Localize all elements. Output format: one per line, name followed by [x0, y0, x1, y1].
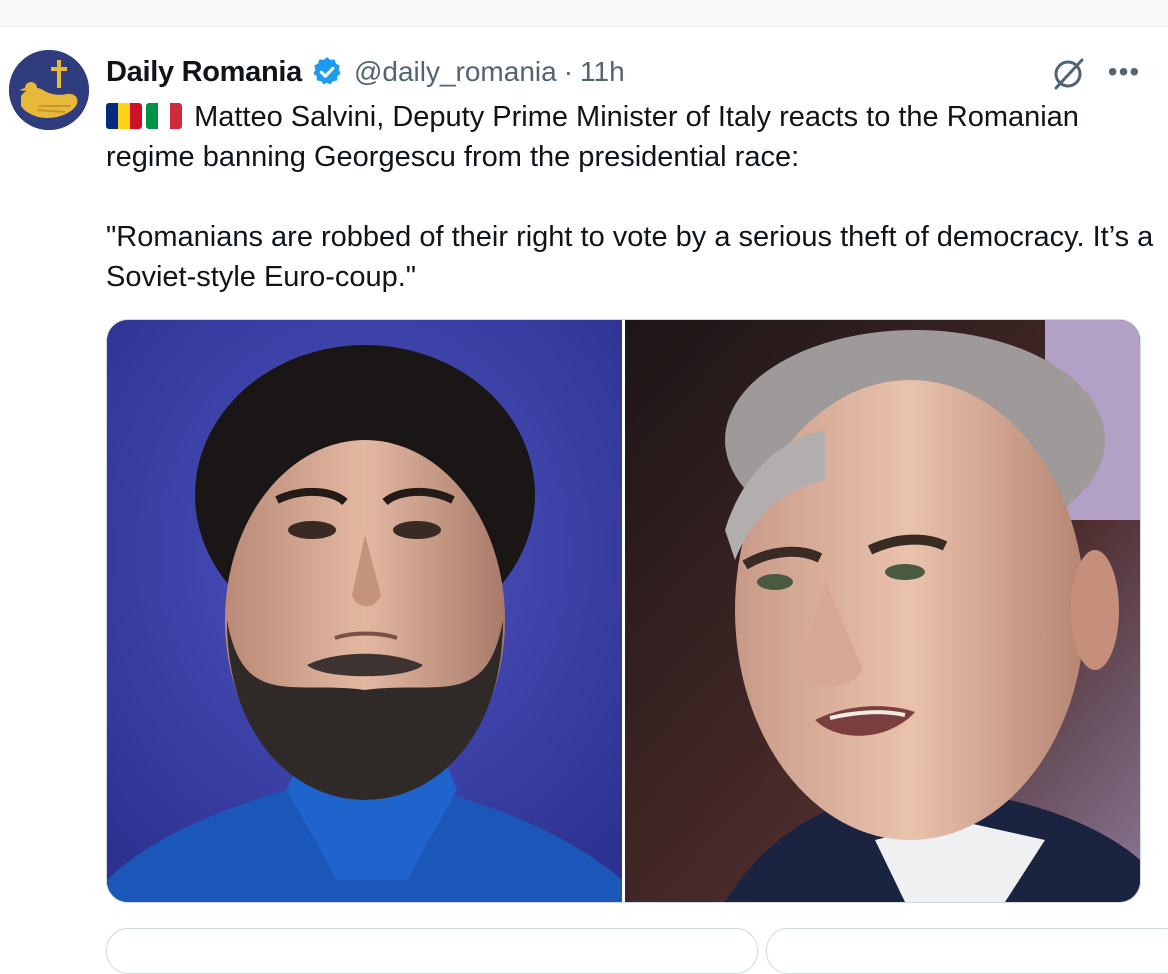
related-chip-2[interactable]	[766, 928, 1168, 974]
tweet-header: Daily Romania @daily_romania · 11h	[106, 52, 625, 92]
grok-icon[interactable]	[1050, 54, 1088, 92]
tweet-text: Matteo Salvini, Deputy Prime Minister of…	[106, 97, 1156, 297]
avatar[interactable]	[9, 50, 89, 130]
related-chip-1[interactable]	[106, 928, 758, 974]
author-handle[interactable]: @daily_romania	[354, 56, 557, 88]
romania-flag-icon	[106, 103, 142, 129]
tweet-quote: "Romanians are robbed of their right to …	[106, 221, 1154, 293]
more-options-icon[interactable]: •••	[1104, 56, 1144, 88]
tweet-text-intro: Matteo Salvini, Deputy Prime Minister of…	[106, 101, 1079, 173]
bottom-chips-row	[106, 928, 1168, 974]
eagle-cross-logo-icon	[9, 50, 89, 130]
tweet-media[interactable]	[106, 319, 1141, 903]
top-bar	[0, 0, 1168, 27]
photo-right[interactable]	[625, 320, 1140, 902]
italy-flag-icon	[146, 103, 182, 129]
timestamp[interactable]: 11h	[580, 56, 625, 88]
photo-left[interactable]	[107, 320, 622, 902]
verified-badge-icon	[310, 55, 344, 89]
author-name[interactable]: Daily Romania	[106, 56, 302, 89]
header-separator: ·	[563, 56, 574, 87]
